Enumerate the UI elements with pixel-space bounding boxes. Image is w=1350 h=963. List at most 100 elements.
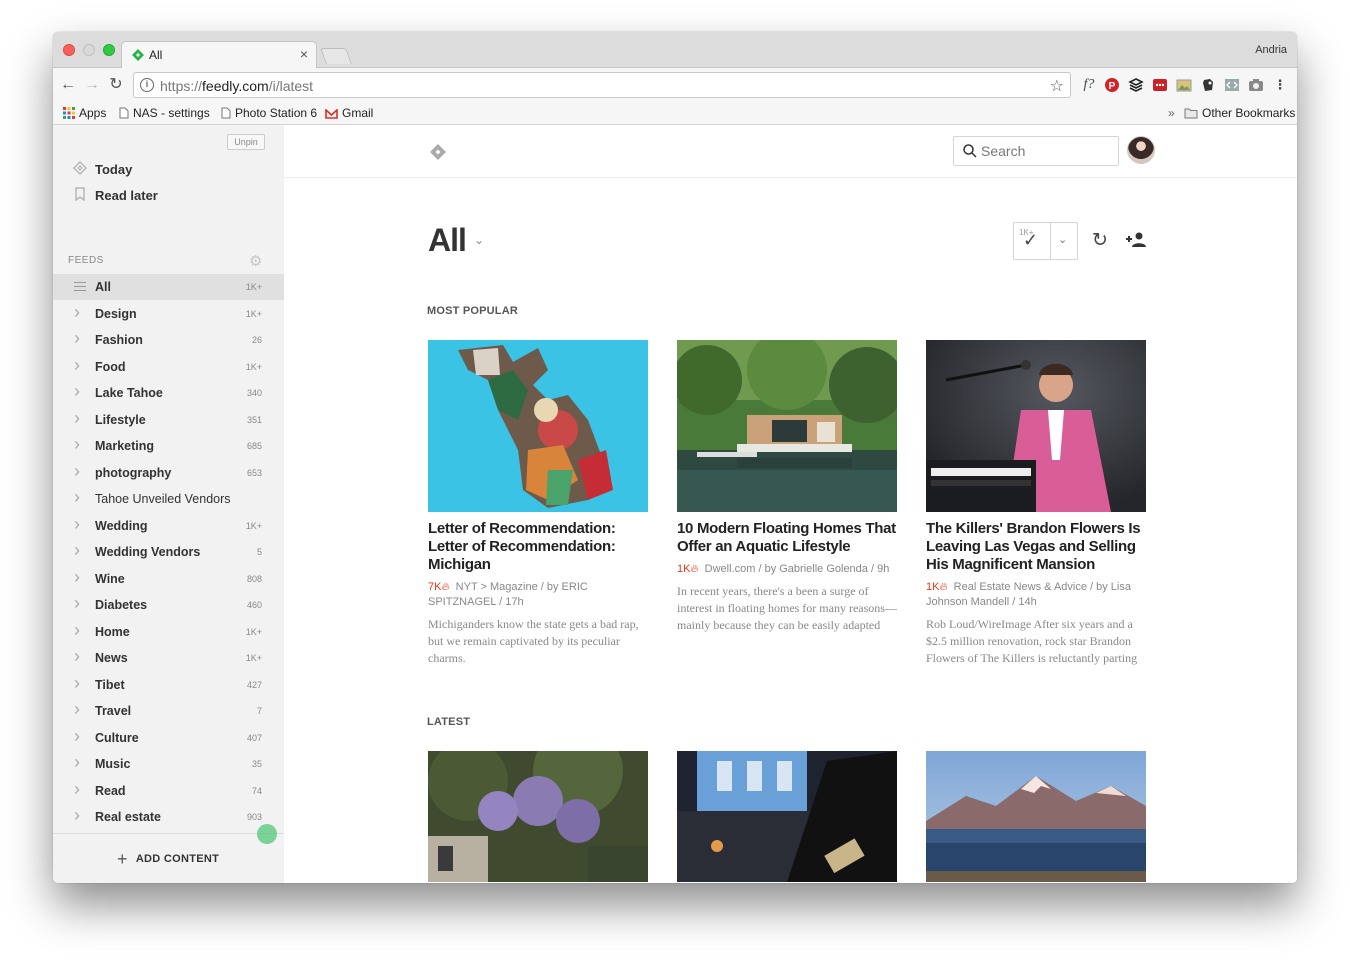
address-bar[interactable]: i https://feedly.com/i/latest ☆ [133,72,1071,98]
chevron-right-icon[interactable]: › [74,461,80,482]
chevron-right-icon[interactable]: › [74,726,80,747]
sidebar-feed-item[interactable]: › Fashion 26 [53,327,284,353]
feedly-logo-icon[interactable] [429,143,447,161]
sidebar-feed-item[interactable]: › Real estate 903 [53,804,284,830]
article-title[interactable]: The Killers' Brandon Flowers Is Leaving … [926,520,1146,574]
feed-name: Wine [95,571,125,586]
tab-close-icon[interactable]: × [300,46,308,62]
unpin-button[interactable]: Unpin [227,134,265,150]
sidebar-feed-item[interactable]: › photography 653 [53,460,284,486]
article-thumbnail[interactable] [428,340,648,512]
chevron-right-icon[interactable]: › [74,434,80,455]
article-title[interactable]: Letter of Recommendation: Letter of Reco… [428,520,648,574]
sidebar-feed-item[interactable]: › Home 1K+ [53,619,284,645]
bookmark-nas-settings[interactable]: NAS - settings [119,106,210,120]
bookmark-photo-station[interactable]: Photo Station 6 [221,106,317,120]
chevron-right-icon[interactable]: › [74,779,80,800]
image-extension-icon[interactable] [1176,77,1192,93]
chevron-right-icon[interactable]: › [74,408,80,429]
code-extension-icon[interactable] [1224,77,1240,93]
chevron-right-icon[interactable]: › [74,540,80,561]
back-arrow-icon[interactable]: ← [59,76,77,94]
search-field[interactable] [953,136,1119,166]
sidebar-feed-item[interactable]: › Marketing 685 [53,433,284,459]
feed-unread-count: 903 [246,812,262,822]
feed-name: Marketing [95,439,155,453]
bookmark-gmail[interactable]: Gmail [325,106,373,120]
sidebar-feed-item[interactable]: › Lake Tahoe 340 [53,380,284,406]
sidebar-feed-item[interactable]: › Design 1K+ [53,301,284,327]
extension-f-icon[interactable]: f? [1079,77,1099,93]
chevron-down-icon[interactable]: ⌄ [474,233,484,247]
sidebar-feed-item[interactable]: › Tibet 427 [53,672,284,698]
article-card[interactable]: The Killers' Brandon Flowers Is Leaving … [926,340,1146,667]
feed-name: Real estate [95,810,162,824]
camera-icon[interactable] [1248,77,1264,93]
info-icon[interactable]: i [140,78,154,92]
minimize-window-button[interactable] [83,44,95,56]
buffer-layers-icon[interactable] [1128,77,1144,93]
sidebar-feed-item[interactable]: › Wine 808 [53,566,284,592]
profile-name[interactable]: Andria [1255,44,1287,56]
forward-arrow-icon[interactable]: → [83,76,101,94]
search-input[interactable] [981,143,1111,159]
article-thumbnail[interactable] [677,340,897,512]
chevron-right-icon[interactable]: › [74,593,80,614]
new-tab-button[interactable] [320,48,352,64]
sidebar-feed-item[interactable]: › Read 74 [53,778,284,804]
chevron-right-icon[interactable]: › [74,752,80,773]
chevron-right-icon[interactable]: › [74,514,80,535]
close-window-button[interactable] [63,44,75,56]
chevron-right-icon[interactable]: › [74,302,80,323]
chevron-right-icon[interactable]: › [74,381,80,402]
browser-tab[interactable]: All × [121,41,317,69]
article-title[interactable]: 10 Modern Floating Homes That Offer an A… [677,520,897,556]
lastpass-icon[interactable] [1152,77,1168,93]
bookmark-star-icon[interactable]: ☆ [1050,76,1064,96]
refresh-icon[interactable]: ↻ [1092,229,1108,252]
reload-icon[interactable]: ↻ [107,76,125,94]
chevron-right-icon[interactable]: › [74,699,80,720]
feed-unread-count: 1K+ [245,626,262,637]
article-card[interactable]: Letter of Recommendation: Letter of Reco… [428,340,648,667]
chevron-right-icon[interactable]: › [74,620,80,641]
browser-menu-icon[interactable]: ⋮ [1272,77,1288,93]
chevron-right-icon[interactable]: › [74,328,80,349]
sidebar-feed-item[interactable]: › Lifestyle 351 [53,407,284,433]
chevron-down-icon[interactable]: ⌄ [1058,233,1067,246]
sidebar-feed-item[interactable]: › Tahoe Unveiled Vendors [53,486,284,512]
chevron-right-icon[interactable]: › [74,805,80,826]
sidebar-feed-item[interactable]: › Travel 7 [53,698,284,724]
evernote-icon[interactable] [1200,77,1216,93]
bookmarks-overflow-chevron-icon[interactable]: » [1168,106,1175,120]
zoom-window-button[interactable] [103,44,115,56]
chevron-right-icon[interactable]: › [74,355,80,376]
feed-name: photography [95,465,172,480]
article-card[interactable]: 10 Modern Floating Homes That Offer an A… [677,340,897,634]
search-icon [963,144,977,158]
chevron-right-icon[interactable]: › [74,487,80,508]
pinterest-icon[interactable]: P [1104,77,1120,93]
sidebar-feed-item[interactable]: › Diabetes 460 [53,592,284,618]
article-thumbnail[interactable] [926,340,1146,512]
bookmark-other[interactable]: Other Bookmarks [1184,106,1295,120]
sidebar-feed-item[interactable]: › Wedding 1K+ [53,513,284,539]
bookmark-apps[interactable]: Apps [63,106,106,120]
sidebar-feed-item[interactable]: › News 1K+ [53,645,284,671]
chevron-right-icon[interactable]: › [74,673,80,694]
gear-icon[interactable]: ⚙ [249,252,262,270]
sidebar-feed-item[interactable]: All 1K+ [53,274,284,300]
latest-article-thumbnail[interactable] [926,751,1146,882]
sidebar-feed-item[interactable]: › Wedding Vendors 5 [53,539,284,565]
sidebar-feed-item[interactable]: › Music 35 [53,751,284,777]
share-people-icon[interactable] [1124,231,1148,249]
chevron-right-icon[interactable]: › [74,646,80,667]
latest-article-thumbnail[interactable] [677,751,897,882]
latest-article-thumbnail[interactable] [428,751,648,882]
chevron-right-icon[interactable]: › [74,567,80,588]
avatar[interactable] [1127,136,1155,164]
sidebar-feed-item[interactable]: › Food 1K+ [53,354,284,380]
add-content-button[interactable]: + ADD CONTENT [117,849,219,870]
sidebar-feed-item[interactable]: › Culture 407 [53,725,284,751]
mark-as-read-check-icon[interactable]: ✓ [1023,230,1038,251]
